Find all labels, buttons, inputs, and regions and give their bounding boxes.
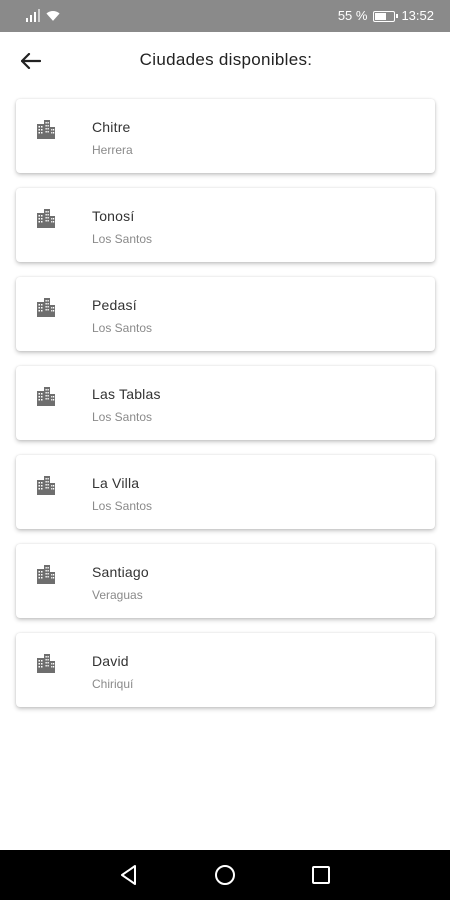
city-card[interactable]: David Chiriquí	[16, 633, 435, 707]
city-list: Chitre Herrera Tonosí Los Santos Pedasí …	[16, 99, 435, 722]
city-icon	[37, 120, 55, 139]
city-card[interactable]: Tonosí Los Santos	[16, 188, 435, 262]
city-name: Pedasí	[92, 297, 137, 313]
status-bar: 55 % 13:52	[0, 0, 450, 32]
city-icon	[37, 654, 55, 673]
city-card[interactable]: Santiago Veraguas	[16, 544, 435, 618]
city-region: Chiriquí	[92, 677, 134, 691]
city-name: La Villa	[92, 475, 140, 491]
city-card[interactable]: Las Tablas Los Santos	[16, 366, 435, 440]
city-icon	[37, 476, 55, 495]
city-name: Tonosí	[92, 208, 135, 224]
battery-level	[375, 12, 387, 20]
app-bar: Ciudades disponibles:	[0, 32, 450, 90]
city-icon	[37, 298, 55, 317]
city-name: Las Tablas	[92, 386, 161, 402]
system-nav-bar	[0, 850, 450, 900]
city-region: Herrera	[92, 143, 133, 157]
city-icon	[37, 565, 55, 584]
city-card[interactable]: Pedasí Los Santos	[16, 277, 435, 351]
status-icons-right: 55 % 13:52	[338, 8, 434, 24]
page-title: Ciudades disponibles:	[139, 50, 313, 69]
city-region: Los Santos	[92, 321, 153, 335]
city-icon	[37, 209, 55, 228]
city-card[interactable]: Chitre Herrera	[16, 99, 435, 173]
signal-icon	[26, 9, 40, 22]
status-icons-left	[26, 9, 60, 22]
city-card[interactable]: La Villa Los Santos	[16, 455, 435, 529]
city-name: Santiago	[92, 564, 149, 580]
status-time: 13:52	[401, 8, 434, 23]
circle-home-icon[interactable]	[213, 863, 237, 887]
city-icon	[37, 387, 55, 406]
city-region: Los Santos	[92, 410, 153, 424]
battery-icon	[373, 10, 399, 22]
city-name: David	[92, 653, 129, 669]
city-name: Chitre	[92, 119, 131, 135]
battery-percent: 55 %	[337, 8, 368, 23]
wifi-icon	[46, 11, 60, 21]
city-region: Los Santos	[92, 499, 153, 513]
city-region: Veraguas	[92, 588, 143, 602]
square-recents-icon[interactable]	[309, 863, 333, 887]
city-region: Los Santos	[92, 232, 153, 246]
triangle-back-icon[interactable]	[117, 863, 141, 887]
